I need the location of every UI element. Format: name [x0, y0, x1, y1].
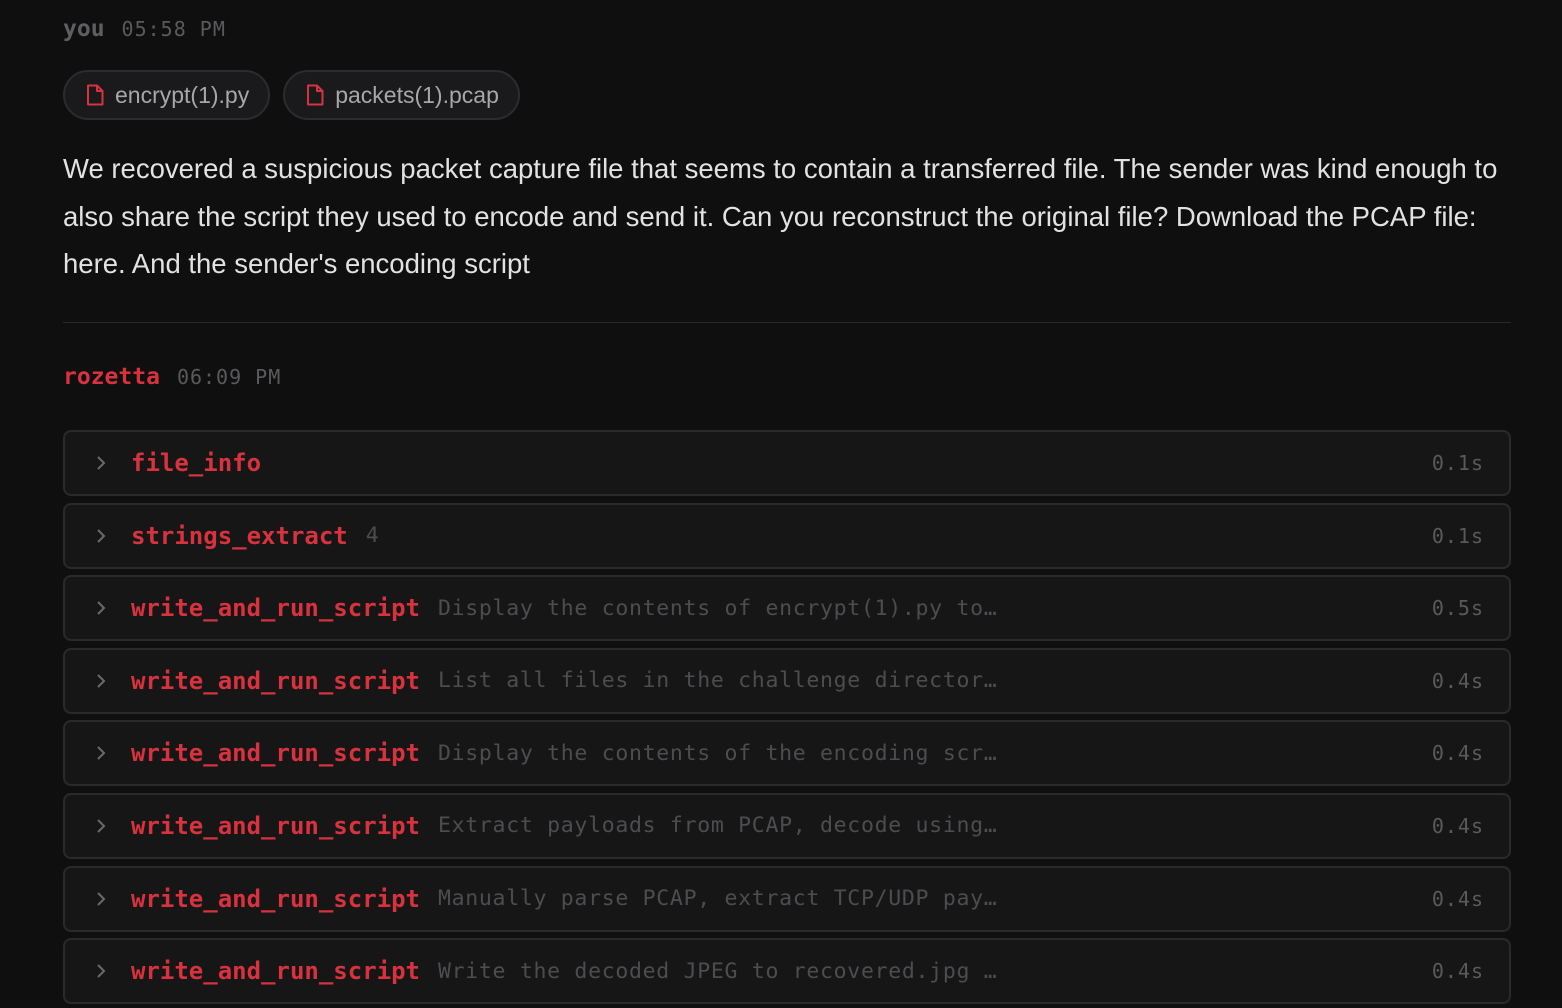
- attachment-chip-packets[interactable]: packets(1).pcap: [283, 70, 520, 120]
- user-timestamp: 05:58 PM: [121, 17, 226, 41]
- attachment-chip-encrypt[interactable]: encrypt(1).py: [63, 70, 271, 120]
- tool-detail: Write the decoded JPEG to recovered.jpg …: [437, 958, 998, 984]
- tool-duration: 0.4s: [1431, 886, 1484, 911]
- tool-detail: Extract payloads from PCAP, decode using…: [437, 813, 998, 839]
- tool-detail: List all files in the challenge director…: [437, 668, 998, 694]
- chevron-right-icon: [95, 528, 109, 544]
- tool-detail: Display the contents of the encoding scr…: [437, 740, 998, 766]
- user-message-text: We recovered a suspicious packet capture…: [63, 153, 1498, 279]
- tool-call-list: file_info 0.1s strings_extract 4 0.1s wr…: [63, 430, 1511, 1008]
- tool-duration: 0.1s: [1431, 451, 1484, 475]
- tool-call-row[interactable]: write_and_run_script Extract payloads fr…: [63, 792, 1511, 859]
- tool-duration: 0.5s: [1431, 596, 1484, 621]
- tool-name: write_and_run_script: [131, 884, 420, 913]
- file-icon: [305, 84, 325, 106]
- tool-name: write_and_run_script: [131, 957, 420, 986]
- tool-name: file_info: [131, 449, 262, 477]
- tool-call-row[interactable]: write_and_run_script Manually parse PCAP…: [63, 865, 1511, 932]
- tool-call-row[interactable]: file_info 0.1s: [63, 430, 1511, 496]
- tool-detail: 4: [365, 523, 380, 549]
- chevron-right-icon: [95, 963, 109, 979]
- tool-name: write_and_run_script: [131, 739, 420, 768]
- tool-duration: 0.4s: [1431, 813, 1484, 838]
- chevron-right-icon: [95, 455, 109, 471]
- tool-name: write_and_run_script: [131, 811, 420, 840]
- attachment-name: encrypt(1).py: [115, 81, 250, 108]
- chevron-right-icon: [95, 673, 109, 689]
- user-message-header: you 05:58 PM: [63, 16, 226, 42]
- file-icon: [85, 84, 105, 106]
- chevron-right-icon: [95, 600, 109, 616]
- tool-detail: Manually parse PCAP, extract TCP/UDP pay…: [437, 886, 998, 912]
- tool-name: write_and_run_script: [131, 594, 420, 623]
- assistant-timestamp: 06:09 PM: [176, 365, 282, 389]
- tool-call-row[interactable]: strings_extract 4 0.1s: [63, 502, 1511, 569]
- chevron-right-icon: [95, 818, 109, 834]
- tool-duration: 0.4s: [1431, 959, 1484, 984]
- tool-call-row[interactable]: write_and_run_script Display the content…: [63, 720, 1511, 787]
- tool-name: strings_extract: [131, 521, 348, 550]
- tool-name: write_and_run_script: [131, 666, 420, 695]
- assistant-author: rozetta: [63, 364, 160, 390]
- chevron-right-icon: [95, 745, 109, 761]
- tool-duration: 0.4s: [1431, 741, 1484, 766]
- tool-call-row[interactable]: write_and_run_script Write the decoded J…: [63, 938, 1511, 1005]
- tool-duration: 0.4s: [1431, 668, 1484, 693]
- user-author: you: [63, 16, 105, 42]
- chevron-right-icon: [95, 891, 109, 907]
- attachment-list: encrypt(1).py packets(1).pcap: [63, 70, 520, 120]
- tool-call-row[interactable]: write_and_run_script List all files in t…: [63, 647, 1511, 714]
- tool-detail: Display the contents of encrypt(1).py to…: [437, 595, 998, 621]
- attachment-name: packets(1).pcap: [335, 81, 499, 108]
- assistant-message-header: rozetta 06:09 PM: [63, 364, 281, 390]
- tool-call-row[interactable]: write_and_run_script Display the content…: [63, 575, 1511, 642]
- message-divider: [63, 322, 1511, 323]
- tool-duration: 0.1s: [1431, 523, 1484, 548]
